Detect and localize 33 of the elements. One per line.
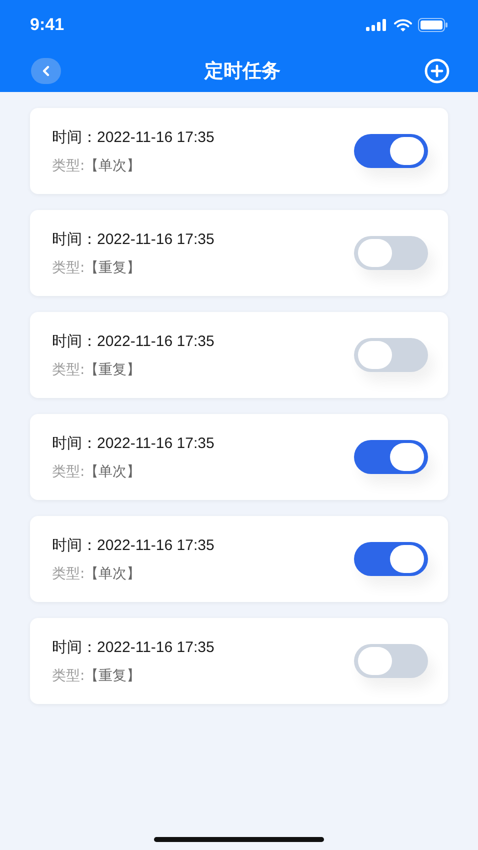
toggle-switch[interactable]: [354, 338, 428, 372]
back-button[interactable]: [31, 58, 61, 84]
add-button[interactable]: [424, 58, 450, 84]
task-time: 时间：2022-11-16 17:35: [52, 128, 214, 146]
signal-icon: [366, 19, 388, 31]
task-time: 时间：2022-11-16 17:35: [52, 332, 214, 350]
chevron-left-icon: [41, 65, 51, 77]
task-type: 【重复】: [84, 666, 141, 684]
toggle-switch[interactable]: [354, 134, 428, 168]
status-time: 9:41: [30, 15, 64, 35]
type-label: 类型:: [52, 156, 85, 174]
toggle-switch[interactable]: [354, 236, 428, 270]
task-type: 【单次】: [84, 564, 141, 582]
toggle-switch[interactable]: [354, 440, 428, 474]
type-label: 类型:: [52, 666, 85, 684]
type-label: 类型:: [52, 462, 85, 480]
task-type: 【重复】: [84, 360, 141, 378]
type-label: 类型:: [52, 360, 85, 378]
task-time: 时间：2022-11-16 17:35: [52, 638, 214, 656]
toggle-switch[interactable]: [354, 644, 428, 678]
battery-icon: [418, 18, 448, 32]
type-label: 类型:: [52, 258, 85, 276]
page-title: 定时任务: [204, 59, 280, 84]
task-type: 【单次】: [84, 462, 141, 480]
task-time: 时间：2022-11-16 17:35: [52, 536, 214, 554]
plus-circle-icon: [424, 58, 450, 84]
wifi-icon: [394, 18, 412, 32]
task-type: 【单次】: [84, 156, 141, 174]
toggle-switch[interactable]: [354, 542, 428, 576]
type-label: 类型:: [52, 564, 85, 582]
task-time: 时间：2022-11-16 17:35: [52, 230, 214, 248]
task-type: 【重复】: [84, 258, 141, 276]
task-time: 时间：2022-11-16 17:35: [52, 434, 214, 452]
